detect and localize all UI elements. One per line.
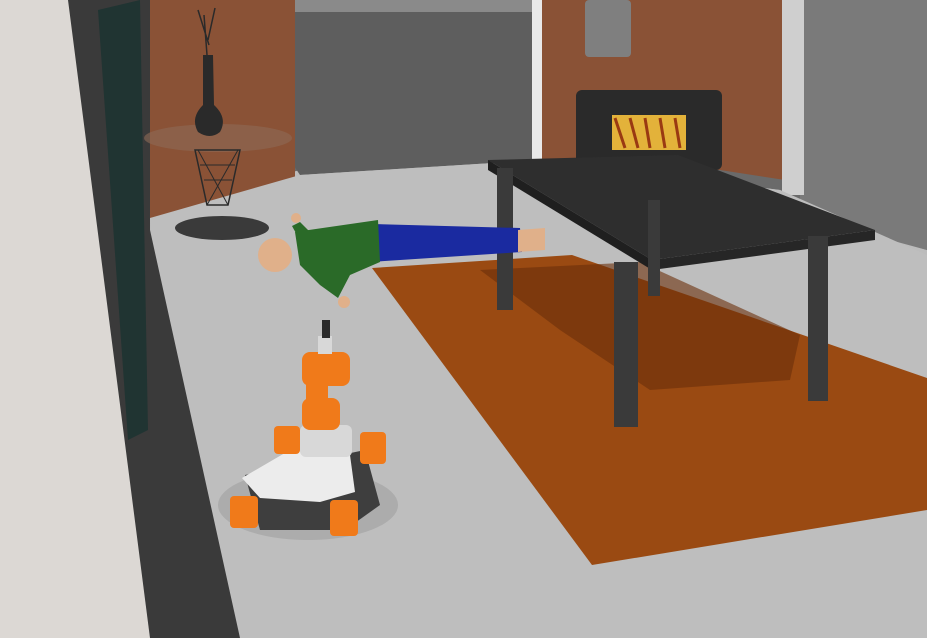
person-head [258,238,292,272]
robot-gripper [318,336,332,354]
robot-arm-joint2 [302,352,350,386]
robot-wheel-fr [330,500,358,536]
side-table-base [175,216,269,240]
pillar [782,0,804,195]
simulation-scene [0,0,927,638]
table-leg-front-right [808,236,828,401]
person-feet [518,228,545,252]
back-wall-upper [290,0,540,12]
door-frame [532,0,542,160]
robot-wheel-bl [274,426,300,454]
person-hand-up [291,213,301,223]
table-leg-back-right [648,200,660,296]
robot-wheel-br [360,432,386,464]
ceiling-lamp [585,0,631,57]
robot-arm-joint1 [302,398,340,430]
robot-gripper-tip [322,320,330,338]
robot-wheel-fl [230,496,258,528]
back-wall-light [290,0,540,175]
table-leg-front-left [614,262,638,427]
person-hand-down [338,296,350,308]
